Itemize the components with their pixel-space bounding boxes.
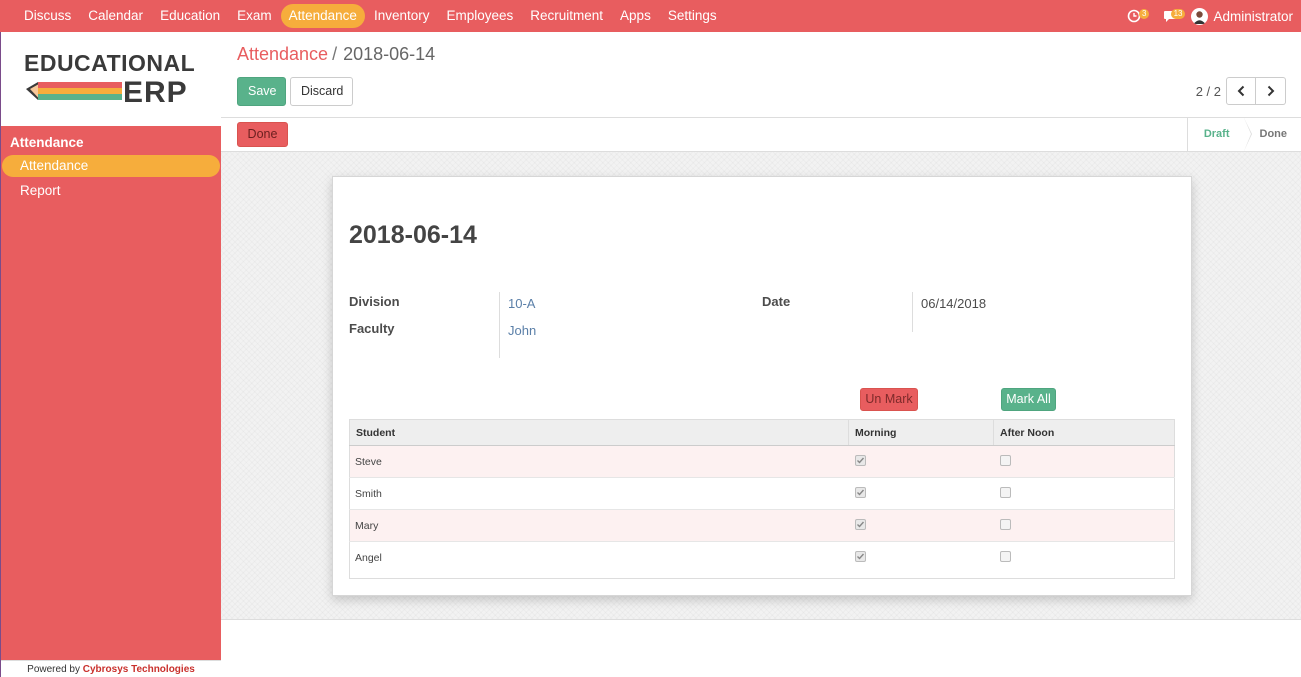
avatar [1191,7,1209,25]
morning-checkbox[interactable] [854,519,866,530]
afternoon-checkbox[interactable] [999,550,1011,562]
check-icon [856,553,864,560]
morning-checkbox[interactable] [854,487,866,498]
sidebar: EDUCATIONAL ERP Attendance Attendance Re… [0,32,221,677]
messages-badge: 13 [1170,9,1186,19]
student-name-cell: Angel [349,541,849,579]
faculty-field[interactable]: John [508,323,536,338]
user-name: Administrator [1213,8,1293,24]
user-menu[interactable]: Administrator [1191,7,1293,25]
table-row[interactable]: Steve [349,445,1175,478]
morning-cell [848,541,994,579]
column-afternoon[interactable]: After Noon [993,419,1175,446]
check-icon [856,521,864,528]
done-button[interactable]: Done [237,122,288,147]
discard-button[interactable]: Discard [290,77,353,106]
stage-draft[interactable]: Draft [1186,118,1252,151]
systray: 3 13 Administrator [1123,0,1293,32]
menu-settings[interactable]: Settings [660,4,725,28]
date-separator [912,292,913,332]
afternoon-checkbox[interactable] [999,454,1011,466]
table-row[interactable]: Smith [349,477,1175,510]
messages-button[interactable]: 13 [1159,6,1186,26]
menu-attendance[interactable]: Attendance [280,4,365,28]
division-separator [499,292,500,358]
morning-checkbox[interactable] [854,455,866,466]
menu-calendar[interactable]: Calendar [80,4,151,28]
menu-apps[interactable]: Apps [612,4,659,28]
morning-cell [848,509,994,542]
breadcrumb-separator: / [332,44,338,64]
table-header-row: Student Morning After Noon [349,419,1175,446]
afternoon-cell [993,509,1175,542]
division-field[interactable]: 10-A [508,296,535,311]
afternoon-checkbox[interactable] [999,486,1011,498]
column-student[interactable]: Student [349,419,849,446]
pager-value[interactable]: 2 / 2 [1196,84,1221,99]
activity-button[interactable]: 3 [1123,6,1150,26]
form-view: 2018-06-14 Division 10-A Faculty John Da… [221,152,1301,620]
table-row[interactable]: Mary [349,509,1175,542]
menu-recruitment[interactable]: Recruitment [522,4,611,28]
unmark-button[interactable]: Un Mark [860,388,918,411]
afternoon-cell [993,541,1175,579]
student-name-cell: Mary [349,509,849,542]
menu-exam[interactable]: Exam [229,4,280,28]
mark-all-button[interactable]: Mark All [1001,388,1056,411]
menu-employees[interactable]: Employees [438,4,521,28]
date-field[interactable]: 06/14/2018 [921,296,986,311]
sidebar-item-attendance[interactable]: Attendance [2,155,220,177]
morning-checkbox[interactable] [854,551,866,562]
stage-done[interactable]: Done [1244,118,1301,151]
pager-next-button[interactable] [1256,77,1286,105]
check-icon [856,457,864,464]
logo-text-top: EDUCATIONAL [24,50,196,76]
form-sheet: 2018-06-14 Division 10-A Faculty John Da… [332,176,1192,596]
record-title: 2018-06-14 [349,221,477,249]
company-logo[interactable]: EDUCATIONAL ERP [1,32,221,126]
footer-brand-link[interactable]: Cybrosys Technologies [83,664,195,675]
breadcrumb: Attendance/2018-06-14 [237,44,435,65]
pencil-logo-icon [26,82,122,100]
morning-cell [848,477,994,510]
save-button[interactable]: Save [237,77,286,106]
user-avatar-icon [1193,10,1206,24]
afternoon-checkbox[interactable] [999,518,1011,530]
check-icon [856,489,864,496]
menu-inventory[interactable]: Inventory [366,4,438,28]
division-label: Division [349,294,400,309]
pager-previous-button[interactable] [1226,77,1256,105]
powered-by-footer: Powered by Cybrosys Technologies [1,660,221,677]
status-bar: Done Draft Done [221,118,1301,152]
faculty-label: Faculty [349,321,395,336]
logo-text-bottom: ERP [123,76,188,109]
activity-badge: 3 [1139,9,1150,19]
student-name-cell: Smith [349,477,849,510]
menu-discuss[interactable]: Discuss [16,4,79,28]
chevron-right-icon [1267,85,1274,97]
chevron-left-icon [1237,85,1245,97]
breadcrumb-attendance-link[interactable]: Attendance [237,44,328,64]
footer-prefix: Powered by [27,664,80,675]
student-name-cell: Steve [349,445,849,478]
app-menu: Discuss Calendar Education Exam Attendan… [0,0,726,32]
afternoon-cell [993,477,1175,510]
column-morning[interactable]: Morning [848,419,994,446]
sidebar-section-attendance: Attendance [10,135,84,150]
afternoon-cell [993,445,1175,478]
menu-education[interactable]: Education [152,4,228,28]
date-label: Date [762,294,791,309]
control-panel: Attendance/2018-06-14 Save Discard 2 / 2 [221,32,1301,118]
sidebar-item-report[interactable]: Report [2,180,220,202]
stage-widget: Draft Done [1186,118,1301,151]
morning-cell [848,445,994,478]
top-navbar: Discuss Calendar Education Exam Attendan… [0,0,1301,32]
attendance-table: Student Morning After Noon Steve Smith M… [349,419,1175,579]
table-row[interactable]: Angel [349,541,1175,579]
breadcrumb-current: 2018-06-14 [343,44,436,64]
